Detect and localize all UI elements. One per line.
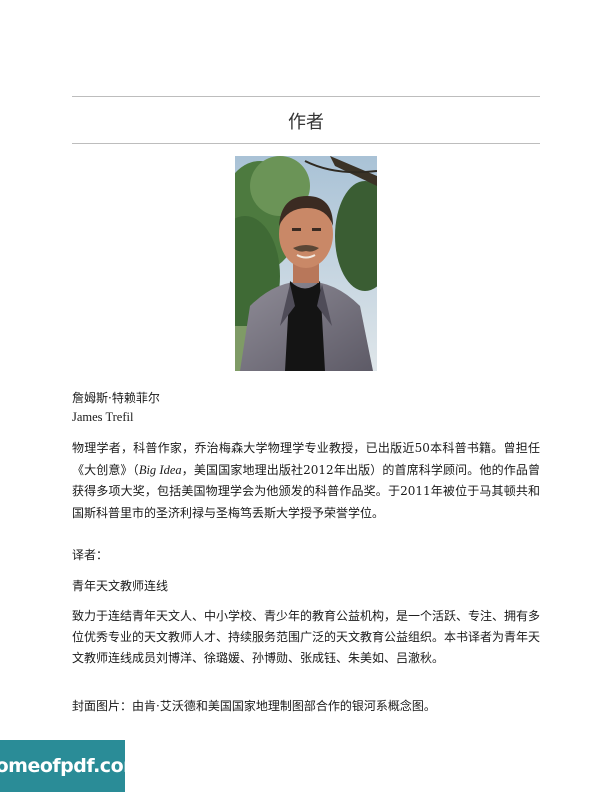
translator-description: 致力于连结青年天文人、中小学校、青少年的教育公益机构，是一个活跃、专注、拥有多位…	[72, 609, 541, 665]
watermark-text: homeofpdf.com	[0, 755, 143, 777]
translator-label: 译者：	[72, 548, 109, 562]
translator-name: 青年天文教师连线	[72, 579, 169, 593]
author-bio-book-title: Big Idea	[138, 462, 182, 477]
heading-top-rule	[72, 96, 540, 97]
heading-bottom-rule	[72, 143, 540, 144]
page-title: 作者	[288, 112, 324, 133]
author-name-chinese: 詹姆斯·特赖菲尔	[72, 391, 160, 405]
author-bio: 物理学者，科普作家，乔治梅森大学物理学专业教授，已出版近50本科普书籍。曾担任《…	[72, 438, 540, 524]
cover-image-note: 封面图片：由肯·艾沃德和美国国家地理制图部合作的银河系概念图。	[72, 699, 436, 713]
author-portrait-illustration	[235, 156, 377, 371]
watermark-logo[interactable]: homeofpdf.com	[0, 740, 143, 792]
author-portrait	[235, 156, 377, 371]
author-name-english: James Trefil	[72, 410, 134, 424]
